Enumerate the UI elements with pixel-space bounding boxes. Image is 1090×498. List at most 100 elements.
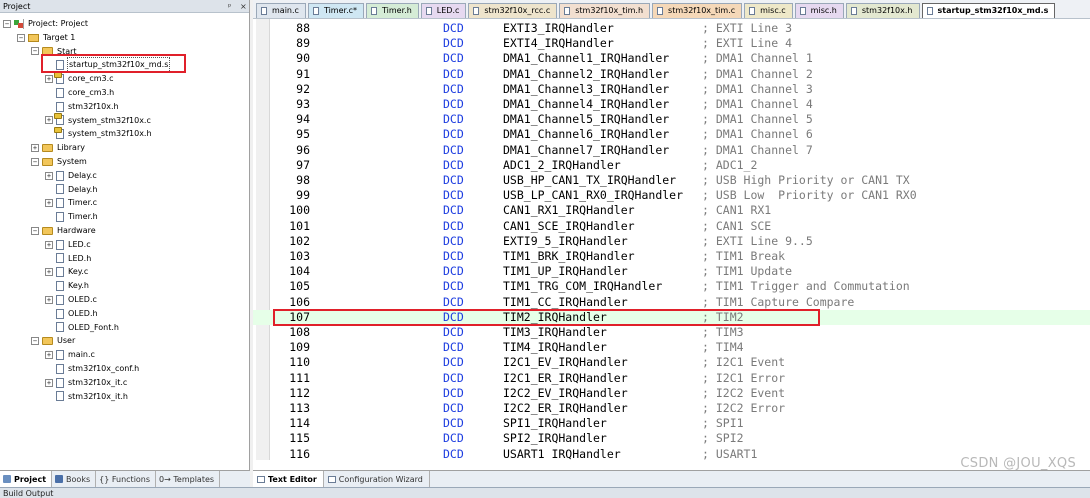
- tree-item-hardware[interactable]: − Hardware: [31, 224, 97, 238]
- tree-item-led_h[interactable]: LED.h: [45, 252, 92, 266]
- tree-item-user[interactable]: − User: [31, 334, 76, 348]
- folder-icon: [42, 144, 53, 153]
- code-line[interactable]: 106 DCD TIM1_CC_IRQHandler ; TIM1 Capture C…: [253, 295, 1090, 310]
- code-line[interactable]: 95 DCD DMA1_Channel6_IRQHandler ; DMA1 Chan…: [253, 127, 1090, 142]
- directive-keyword: DCD: [443, 370, 464, 385]
- code-line[interactable]: 94 DCD DMA1_Channel5_IRQHandler ; DMA1 Chan…: [253, 112, 1090, 127]
- collapse-icon[interactable]: −: [3, 19, 11, 28]
- code-line[interactable]: 91 DCD DMA1_Channel2_IRQHandler ; DMA1 Chan…: [253, 67, 1090, 82]
- code-line[interactable]: 110 DCD I2C1_EV_IRQHandler ; I2C1 Event: [253, 355, 1090, 370]
- expand-icon[interactable]: +: [45, 351, 53, 360]
- tree-item-core_cm3_h[interactable]: core_cm3.h: [45, 86, 115, 100]
- tree-item-it_c[interactable]: + stm32f10x_it.c: [45, 376, 128, 390]
- tree-item-delay_h[interactable]: Delay.h: [45, 183, 98, 197]
- expand-icon[interactable]: +: [45, 295, 53, 304]
- code-line[interactable]: 108 DCD TIM3_IRQHandler ; TIM3: [253, 325, 1090, 340]
- tree-item-delay_c[interactable]: + Delay.c: [45, 169, 98, 183]
- collapse-icon[interactable]: −: [17, 33, 25, 42]
- tab-templates[interactable]: 0→ Templates: [156, 471, 221, 487]
- expand-icon[interactable]: +: [45, 199, 53, 208]
- code-line[interactable]: 97 DCD ADC1_2_IRQHandler ; ADC1_2: [253, 158, 1090, 173]
- code-line[interactable]: 93 DCD DMA1_Channel4_IRQHandler ; DMA1 Chan…: [253, 97, 1090, 112]
- code-line[interactable]: 105 DCD TIM1_TRG_COM_IRQHandler ; TIM1 Trig…: [253, 279, 1090, 294]
- highlight-box-startup-file: [41, 54, 186, 73]
- tree-item-main_c[interactable]: + main.c: [45, 348, 96, 362]
- tree-item-oled_c[interactable]: + OLED.c: [45, 293, 98, 307]
- tree-item-system[interactable]: − System: [31, 155, 88, 169]
- code-line[interactable]: 103 DCD TIM1_BRK_IRQHandler ; TIM1 Break: [253, 249, 1090, 264]
- tree-item-root[interactable]: − Project: Project: [3, 17, 89, 31]
- tree-item-timer_h[interactable]: Timer.h: [45, 210, 99, 224]
- code-line[interactable]: 100 DCD CAN1_RX1_IRQHandler ; CAN1 RX1: [253, 203, 1090, 218]
- close-icon[interactable]: ×: [240, 0, 247, 13]
- code-line[interactable]: 115 DCD SPI2_IRQHandler ; SPI2: [253, 431, 1090, 446]
- code-line[interactable]: 114 DCD SPI1_IRQHandler ; SPI1: [253, 416, 1090, 431]
- expand-icon[interactable]: +: [45, 75, 53, 84]
- tree-item-library[interactable]: + Library: [31, 141, 86, 155]
- expand-icon[interactable]: +: [45, 171, 53, 180]
- tree-item-timer_c[interactable]: + Timer.c: [45, 196, 98, 210]
- code-line[interactable]: 111 DCD I2C1_ER_IRQHandler ; I2C1 Error: [253, 371, 1090, 386]
- expand-icon[interactable]: +: [31, 144, 39, 153]
- file-tabs: main.c Timer.c* Timer.h LED.c stm32f10x_rcc.…: [253, 0, 1090, 19]
- code-line[interactable]: 109 DCD TIM4_IRQHandler ; TIM4: [253, 340, 1090, 355]
- code-area[interactable]: 88 DCD EXTI3_IRQHandler ; EXTI Line 3 89 DCD E…: [253, 19, 1090, 460]
- file-tab[interactable]: stm32f10x_tim.h: [559, 3, 651, 18]
- file-tab[interactable]: startup_stm32f10x_md.s: [921, 3, 1056, 18]
- code-line[interactable]: 89 DCD EXTI4_IRQHandler ; EXTI Line 4: [253, 36, 1090, 51]
- tree-item-it_h[interactable]: stm32f10x_it.h: [45, 390, 129, 404]
- expand-icon[interactable]: +: [45, 116, 53, 125]
- file-tab[interactable]: main.c: [256, 3, 306, 18]
- collapse-icon[interactable]: −: [31, 157, 39, 166]
- tree-item-system_c[interactable]: + system_stm32f10x.c: [45, 113, 152, 128]
- tab-books[interactable]: Books: [52, 471, 97, 487]
- file-tab[interactable]: stm32f10x.h: [845, 3, 920, 18]
- pin-icon[interactable]: ᵖ: [228, 0, 231, 13]
- file-tab[interactable]: misc.h: [794, 3, 844, 18]
- code-line[interactable]: 102 DCD EXTI9_5_IRQHandler ; EXTI Line 9..5: [253, 234, 1090, 249]
- directive-keyword: DCD: [443, 340, 464, 355]
- file-tab[interactable]: misc.c: [744, 3, 793, 18]
- expand-icon[interactable]: +: [45, 268, 53, 277]
- handler-symbol: EXTI3_IRQHandler: [503, 21, 614, 35]
- code-line[interactable]: 96 DCD DMA1_Channel7_IRQHandler ; DMA1 Chan…: [253, 143, 1090, 158]
- code-line[interactable]: 101 DCD CAN1_SCE_IRQHandler ; CAN1 SCE: [253, 219, 1090, 234]
- tree-item-oled_font_h[interactable]: OLED_Font.h: [45, 321, 120, 335]
- tree-item-target1[interactable]: − Target 1: [17, 31, 76, 45]
- code-line[interactable]: 88 DCD EXTI3_IRQHandler ; EXTI Line 3: [253, 21, 1090, 36]
- directive-keyword: DCD: [443, 188, 464, 203]
- code-line[interactable]: 98 DCD USB_HP_CAN1_TX_IRQHandler ; USB High…: [253, 173, 1090, 188]
- tree-item-core_cm3_c[interactable]: + core_cm3.c: [45, 72, 115, 86]
- tree-item-system_h[interactable]: system_stm32f10x.h: [45, 127, 153, 141]
- tab-text-editor[interactable]: Text Editor: [253, 471, 324, 487]
- directive-keyword: DCD: [443, 157, 464, 172]
- directive-keyword: DCD: [443, 431, 464, 446]
- file-tab[interactable]: stm32f10x_tim.c: [652, 3, 743, 18]
- file-tab[interactable]: Timer.h: [366, 3, 419, 18]
- expand-icon[interactable]: +: [45, 240, 53, 249]
- code-line[interactable]: 92 DCD DMA1_Channel3_IRQHandler ; DMA1 Chan…: [253, 82, 1090, 97]
- expand-icon[interactable]: +: [45, 378, 53, 387]
- code-line[interactable]: 113 DCD I2C2_ER_IRQHandler ; I2C2 Error: [253, 401, 1090, 416]
- tree-item-conf_h[interactable]: stm32f10x_conf.h: [45, 362, 140, 376]
- file-tab[interactable]: stm32f10x_rcc.c: [468, 3, 558, 18]
- collapse-icon[interactable]: −: [31, 47, 39, 56]
- tree-item-key_h[interactable]: Key.h: [45, 279, 90, 293]
- tab-functions[interactable]: {} Functions: [96, 471, 157, 487]
- file-tab[interactable]: Timer.c*: [307, 3, 365, 18]
- tree-item-led_c[interactable]: + LED.c: [45, 238, 92, 252]
- code-line[interactable]: 112 DCD I2C2_EV_IRQHandler ; I2C2 Event: [253, 386, 1090, 401]
- collapse-icon[interactable]: −: [31, 226, 39, 235]
- code-line[interactable]: 104 DCD TIM1_UP_IRQHandler ; TIM1 Update: [253, 264, 1090, 279]
- code-line[interactable]: 99 DCD USB_LP_CAN1_RX0_IRQHandler ; USB Low…: [253, 188, 1090, 203]
- tree-item-key_c[interactable]: + Key.c: [45, 265, 89, 279]
- tree-item-stm32f10x_h[interactable]: stm32f10x.h: [45, 100, 120, 114]
- file-tab[interactable]: LED.c: [420, 3, 467, 18]
- tab-configuration-wizard[interactable]: Configuration Wizard: [324, 471, 430, 487]
- collapse-icon[interactable]: −: [31, 337, 39, 346]
- tab-project[interactable]: Project: [0, 471, 53, 487]
- code-line[interactable]: 90 DCD DMA1_Channel1_IRQHandler ; DMA1 Chan…: [253, 51, 1090, 66]
- line-number: 108: [289, 325, 310, 339]
- code-comment: ; TIM1 Break: [702, 249, 786, 263]
- tree-item-oled_h[interactable]: OLED.h: [45, 307, 99, 321]
